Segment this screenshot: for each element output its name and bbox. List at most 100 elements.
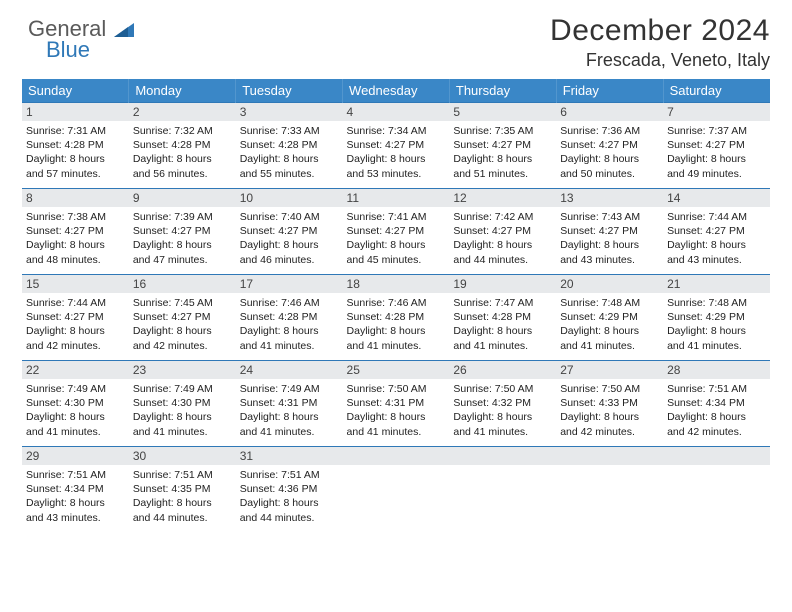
- calendar-day-cell: .: [556, 447, 663, 533]
- calendar-day-cell: 20 Sunrise: 7:48 AMSunset: 4:29 PMDayligh…: [556, 275, 663, 361]
- daylight-line: Daylight: 8 hours and 42 minutes.: [133, 324, 232, 352]
- daylight-line: Daylight: 8 hours and 43 minutes.: [667, 238, 766, 266]
- calendar-day-cell: 6 Sunrise: 7:36 AMSunset: 4:27 PMDaylight…: [556, 103, 663, 189]
- sunrise-line: Sunrise: 7:36 AM: [560, 124, 659, 138]
- day-number: 19: [449, 275, 556, 293]
- calendar-table: SundayMondayTuesdayWednesdayThursdayFrid…: [22, 79, 770, 533]
- calendar-day-cell: 12 Sunrise: 7:42 AMSunset: 4:27 PMDayligh…: [449, 189, 556, 275]
- day-details: Sunrise: 7:35 AMSunset: 4:27 PMDaylight:…: [453, 124, 552, 181]
- calendar-day-cell: 14Sunrise: 7:44 AMSunset: 4:27 PMDayligh…: [663, 189, 770, 275]
- daylight-line: Daylight: 8 hours and 43 minutes.: [560, 238, 659, 266]
- sunrise-line: Sunrise: 7:51 AM: [667, 382, 766, 396]
- day-number: 27: [556, 361, 663, 379]
- day-number: 8: [22, 189, 129, 207]
- sunset-line: Sunset: 4:34 PM: [26, 482, 125, 496]
- day-number-empty: .: [449, 447, 556, 465]
- day-number: 7: [663, 103, 770, 121]
- day-number: 1: [22, 103, 129, 121]
- calendar-day-cell: 25 Sunrise: 7:50 AMSunset: 4:31 PMDayligh…: [343, 361, 450, 447]
- sunrise-line: Sunrise: 7:34 AM: [347, 124, 446, 138]
- daylight-line: Daylight: 8 hours and 41 minutes.: [240, 324, 339, 352]
- calendar-day-cell: 21Sunrise: 7:48 AMSunset: 4:29 PMDayligh…: [663, 275, 770, 361]
- sunrise-line: Sunrise: 7:33 AM: [240, 124, 339, 138]
- calendar-week-row: 1Sunrise: 7:31 AMSunset: 4:28 PMDaylight…: [22, 103, 770, 189]
- sunrise-line: Sunrise: 7:49 AM: [240, 382, 339, 396]
- day-number: 30: [129, 447, 236, 465]
- sunset-line: Sunset: 4:27 PM: [453, 138, 552, 152]
- sunrise-line: Sunrise: 7:48 AM: [560, 296, 659, 310]
- calendar-day-cell: 9Sunrise: 7:39 AMSunset: 4:27 PMDaylight…: [129, 189, 236, 275]
- day-details: Sunrise: 7:50 AMSunset: 4:32 PMDaylight:…: [453, 382, 552, 439]
- day-details: Sunrise: 7:49 AMSunset: 4:31 PMDaylight:…: [240, 382, 339, 439]
- day-details: Sunrise: 7:49 AMSunset: 4:30 PMDaylight:…: [26, 382, 125, 439]
- calendar-day-cell: .: [449, 447, 556, 533]
- day-details: Sunrise: 7:51 AMSunset: 4:36 PMDaylight:…: [240, 468, 339, 525]
- sunset-line: Sunset: 4:28 PM: [347, 310, 446, 324]
- sunset-line: Sunset: 4:27 PM: [667, 138, 766, 152]
- day-details: Sunrise: 7:34 AMSunset: 4:27 PMDaylight:…: [347, 124, 446, 181]
- calendar-header-row: SundayMondayTuesdayWednesdayThursdayFrid…: [22, 79, 770, 103]
- daylight-line: Daylight: 8 hours and 42 minutes.: [26, 324, 125, 352]
- day-number: 10: [236, 189, 343, 207]
- day-number: 20: [556, 275, 663, 293]
- sunset-line: Sunset: 4:27 PM: [560, 224, 659, 238]
- sunrise-line: Sunrise: 7:50 AM: [453, 382, 552, 396]
- sunset-line: Sunset: 4:28 PM: [453, 310, 552, 324]
- day-number: 26: [449, 361, 556, 379]
- day-details: Sunrise: 7:46 AMSunset: 4:28 PMDaylight:…: [240, 296, 339, 353]
- daylight-line: Daylight: 8 hours and 42 minutes.: [560, 410, 659, 438]
- sunset-line: Sunset: 4:31 PM: [347, 396, 446, 410]
- calendar-day-cell: 19Sunrise: 7:47 AMSunset: 4:28 PMDayligh…: [449, 275, 556, 361]
- day-details: Sunrise: 7:44 AMSunset: 4:27 PMDaylight:…: [26, 296, 125, 353]
- daylight-line: Daylight: 8 hours and 41 minutes.: [560, 324, 659, 352]
- calendar-week-row: 8Sunrise: 7:38 AMSunset: 4:27 PMDaylight…: [22, 189, 770, 275]
- sunset-line: Sunset: 4:31 PM: [240, 396, 339, 410]
- daylight-line: Daylight: 8 hours and 44 minutes.: [133, 496, 232, 524]
- calendar-day-cell: 23Sunrise: 7:49 AMSunset: 4:30 PMDayligh…: [129, 361, 236, 447]
- sunrise-line: Sunrise: 7:39 AM: [133, 210, 232, 224]
- sunrise-line: Sunrise: 7:41 AM: [347, 210, 446, 224]
- day-number: 28: [663, 361, 770, 379]
- daylight-line: Daylight: 8 hours and 55 minutes.: [240, 152, 339, 180]
- daylight-line: Daylight: 8 hours and 53 minutes.: [347, 152, 446, 180]
- calendar-day-cell: .: [343, 447, 450, 533]
- calendar-week-row: 15Sunrise: 7:44 AMSunset: 4:27 PMDayligh…: [22, 275, 770, 361]
- day-number: 14: [663, 189, 770, 207]
- calendar-day-cell: 18Sunrise: 7:46 AMSunset: 4:28 PMDayligh…: [343, 275, 450, 361]
- sunset-line: Sunset: 4:28 PM: [26, 138, 125, 152]
- sunrise-line: Sunrise: 7:50 AM: [560, 382, 659, 396]
- sunset-line: Sunset: 4:28 PM: [240, 138, 339, 152]
- sunrise-line: Sunrise: 7:44 AM: [667, 210, 766, 224]
- day-number-empty: .: [663, 447, 770, 465]
- day-details: Sunrise: 7:48 AMSunset: 4:29 PMDaylight:…: [560, 296, 659, 353]
- logo-text-2: Blue: [46, 39, 134, 61]
- calendar-day-cell: 5Sunrise: 7:35 AMSunset: 4:27 PMDaylight…: [449, 103, 556, 189]
- sunrise-line: Sunrise: 7:46 AM: [347, 296, 446, 310]
- daylight-line: Daylight: 8 hours and 41 minutes.: [667, 324, 766, 352]
- day-number: 6: [556, 103, 663, 121]
- day-number: 25: [343, 361, 450, 379]
- sunrise-line: Sunrise: 7:48 AM: [667, 296, 766, 310]
- daylight-line: Daylight: 8 hours and 42 minutes.: [667, 410, 766, 438]
- daylight-line: Daylight: 8 hours and 46 minutes.: [240, 238, 339, 266]
- sunset-line: Sunset: 4:35 PM: [133, 482, 232, 496]
- calendar-day-cell: 17Sunrise: 7:46 AMSunset: 4:28 PMDayligh…: [236, 275, 343, 361]
- sunset-line: Sunset: 4:30 PM: [133, 396, 232, 410]
- day-details: Sunrise: 7:50 AMSunset: 4:31 PMDaylight:…: [347, 382, 446, 439]
- day-details: Sunrise: 7:36 AMSunset: 4:27 PMDaylight:…: [560, 124, 659, 181]
- day-details: Sunrise: 7:42 AMSunset: 4:27 PMDaylight:…: [453, 210, 552, 267]
- sunset-line: Sunset: 4:27 PM: [133, 310, 232, 324]
- day-number: 16: [129, 275, 236, 293]
- weekday-header: Tuesday: [236, 79, 343, 103]
- daylight-line: Daylight: 8 hours and 44 minutes.: [240, 496, 339, 524]
- calendar-day-cell: 1Sunrise: 7:31 AMSunset: 4:28 PMDaylight…: [22, 103, 129, 189]
- day-number: 12: [449, 189, 556, 207]
- calendar-day-cell: 2Sunrise: 7:32 AMSunset: 4:28 PMDaylight…: [129, 103, 236, 189]
- calendar-day-cell: 10Sunrise: 7:40 AMSunset: 4:27 PMDayligh…: [236, 189, 343, 275]
- sunset-line: Sunset: 4:27 PM: [347, 224, 446, 238]
- day-number: 24: [236, 361, 343, 379]
- day-details: Sunrise: 7:46 AMSunset: 4:28 PMDaylight:…: [347, 296, 446, 353]
- sunset-line: Sunset: 4:29 PM: [560, 310, 659, 324]
- weekday-header: Friday: [556, 79, 663, 103]
- weekday-header: Thursday: [449, 79, 556, 103]
